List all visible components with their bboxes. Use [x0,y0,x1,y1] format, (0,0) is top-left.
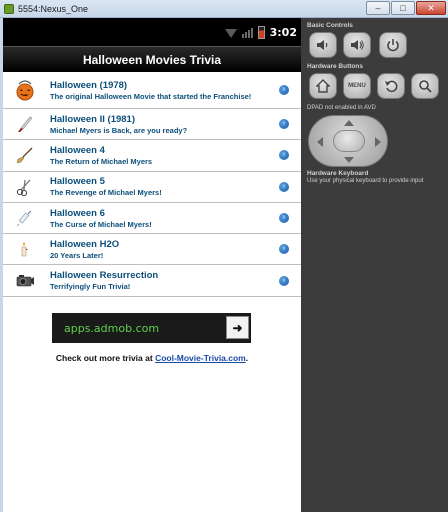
dpad-center-button[interactable] [333,130,365,152]
dpad-left-icon[interactable] [317,137,323,147]
window-title: 5554:Nexus_One [18,3,89,14]
movie-text: Halloween 4 The Return of Michael Myers [3,140,279,170]
movie-title: Halloween 6 [50,207,105,219]
footer-prefix: Check out more trivia at [55,353,156,363]
keyboard-note: Use your physical keyboard to provide in… [307,178,424,184]
ad-banner[interactable]: apps.admob.com ➜ [52,313,251,343]
signal-icon [241,26,253,38]
movie-text: Halloween Resurrection Terrifyingly Fun … [3,265,279,295]
movie-list-item[interactable]: Halloween H2O 20 Years Later! › [3,234,301,266]
movie-list: Halloween (1978) The original Halloween … [3,72,301,297]
basic-controls-label: Basic Controls [307,22,353,29]
movie-text: Halloween (1978) The original Halloween … [3,72,279,108]
movie-list-item[interactable]: Halloween II (1981) Michael Myers is Bac… [3,109,301,141]
movie-title: Halloween II (1981) [50,113,136,125]
wifi-icon [224,29,237,38]
footer-text: Check out more trivia at Cool-Movie-Triv… [3,353,301,363]
movie-list-item[interactable]: Halloween Resurrection Terrifyingly Fun … [3,265,301,297]
movie-text: Halloween 6 The Curse of Michael Myers! [3,203,279,233]
chevron-right-icon[interactable]: › [279,244,289,255]
movie-title: Halloween Resurrection [50,270,159,282]
volume-up-button[interactable] [343,32,371,58]
app-title-bar: Halloween Movies Trivia [3,46,301,72]
movie-subtitle: The Return of Michael Myers [50,156,153,166]
dpad-down-icon[interactable] [344,157,354,163]
movie-text: Halloween H2O 20 Years Later! [3,234,279,264]
movie-text: Halloween II (1981) Michael Myers is Bac… [3,109,279,139]
chevron-right-icon[interactable]: › [279,85,289,95]
emulator-control-panel: Basic Controls Hardware Buttons MENU DPA… [301,18,448,512]
footer-link[interactable]: Cool-Movie-Trivia.com [155,353,246,363]
phone-screen: 3:02 Halloween Movies Trivia Halloween (… [3,18,301,512]
android-app-icon [4,3,14,14]
back-button[interactable] [377,73,405,99]
movie-subtitle: 20 Years Later! [50,250,104,260]
dpad-note: DPAD not enabled in AVD [307,105,376,111]
movie-subtitle: Terrifyingly Fun Trivia! [50,282,131,292]
battery-icon [257,25,265,39]
movie-list-item[interactable]: Halloween 5 The Revenge of Michael Myers… [3,172,301,203]
movie-title: Halloween 4 [50,144,105,156]
chevron-right-icon[interactable]: › [279,150,289,161]
movie-subtitle: The Curse of Michael Myers! [50,219,152,229]
power-button[interactable] [379,32,407,58]
menu-button[interactable]: MENU [343,73,371,99]
movie-subtitle: The Revenge of Michael Myers! [50,188,162,198]
volume-down-button[interactable] [309,32,337,58]
minimize-button[interactable]: – [366,1,390,15]
search-button[interactable] [411,73,439,99]
movie-list-item[interactable]: Halloween 4 The Return of Michael Myers … [3,140,301,172]
movie-list-item[interactable]: Halloween 6 The Curse of Michael Myers! … [3,203,301,235]
status-time: 3:02 [269,25,297,39]
app-title: Halloween Movies Trivia [82,52,222,67]
home-button[interactable] [309,73,337,99]
dpad-up-icon[interactable] [344,120,354,126]
movie-list-item[interactable]: Halloween (1978) The original Halloween … [3,72,301,109]
movie-text: Halloween 5 The Revenge of Michael Myers… [3,172,279,202]
chevron-right-icon[interactable]: › [279,275,289,286]
keyboard-title: Hardware Keyboard [307,170,369,177]
chevron-right-icon[interactable]: › [279,119,289,130]
movie-title: Halloween H2O [50,238,120,250]
status-bar: 3:02 [3,18,301,46]
maximize-button[interactable]: □ [391,1,415,15]
footer-suffix: . [245,353,249,363]
hardware-buttons-label: Hardware Buttons [307,63,363,70]
movie-subtitle: Michael Myers is Back, are you ready? [50,125,188,135]
dpad-right-icon[interactable] [375,137,381,147]
ad-text: apps.admob.com [64,321,160,335]
movie-title: Halloween (1978) [50,79,128,91]
chevron-right-icon[interactable]: › [279,213,289,224]
window-titlebar: 5554:Nexus_One – □ ✕ [0,0,448,18]
chevron-right-icon[interactable]: › [279,181,289,192]
dpad-control[interactable] [308,115,388,167]
close-button[interactable]: ✕ [416,1,446,15]
movie-title: Halloween 5 [50,176,105,188]
window-buttons: – □ ✕ [366,1,446,15]
movie-subtitle: The original Halloween Movie that starte… [50,91,252,101]
arrow-right-icon[interactable]: ➜ [226,316,249,339]
